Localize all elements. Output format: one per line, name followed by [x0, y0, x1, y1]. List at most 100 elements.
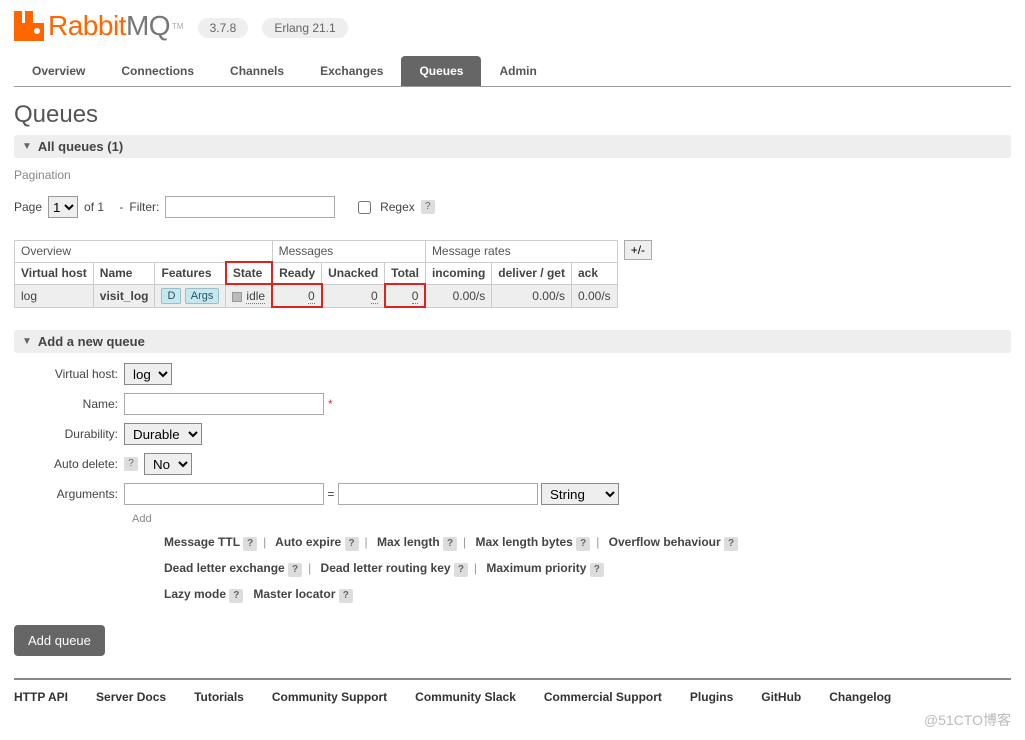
durability-select[interactable]: Durable — [124, 423, 202, 445]
autodelete-select[interactable]: No — [144, 453, 192, 475]
autodelete-help-icon[interactable]: ? — [124, 457, 138, 471]
link-commercial-support[interactable]: Commercial Support — [544, 690, 662, 704]
tab-channels[interactable]: Channels — [212, 56, 302, 86]
add-queue-form: Virtual host: log Name: * Durability: Du… — [14, 363, 1011, 607]
chevron-down-icon: ▼ — [22, 141, 32, 152]
help-icon[interactable]: ? — [724, 537, 738, 551]
table-row: log visit_log D Args idle 0 0 0 0.00/s 0… — [15, 284, 618, 307]
tab-admin[interactable]: Admin — [481, 56, 554, 86]
logo[interactable]: RabbitMQ TM — [14, 10, 184, 42]
cell-ready: 0 — [272, 284, 322, 307]
help-icon[interactable]: ? — [345, 537, 359, 551]
help-icon[interactable]: ? — [288, 563, 302, 577]
cell-state: idle — [226, 284, 272, 307]
link-community-support[interactable]: Community Support — [272, 690, 387, 704]
tab-connections[interactable]: Connections — [103, 56, 212, 86]
filter-dash: - — [119, 200, 123, 214]
col-name[interactable]: Name — [93, 262, 155, 284]
arg-hints-row3: Lazy mode ? Master locator ? — [164, 581, 1011, 607]
tab-overview[interactable]: Overview — [14, 56, 103, 86]
tab-exchanges[interactable]: Exchanges — [302, 56, 401, 86]
section-add-queue[interactable]: ▼ Add a new queue — [14, 330, 1011, 353]
version-badge: 3.7.8 — [198, 18, 249, 38]
help-icon[interactable]: ? — [590, 563, 604, 577]
filter-input[interactable] — [165, 196, 335, 218]
regex-checkbox[interactable] — [358, 201, 371, 214]
argument-value-input[interactable] — [338, 483, 538, 505]
logo-text: RabbitMQ — [48, 10, 170, 42]
cell-vhost: log — [15, 284, 94, 307]
col-ready[interactable]: Ready — [272, 262, 322, 284]
section-all-queues-label: All queues (1) — [38, 139, 123, 154]
pagination-row: Page 1 of 1 - Filter: Regex ? — [14, 196, 1011, 218]
page-select[interactable]: 1 — [48, 196, 78, 218]
hint-dlx[interactable]: Dead letter exchange — [164, 561, 285, 575]
argument-type-select[interactable]: String — [541, 483, 619, 505]
col-state[interactable]: State — [226, 262, 272, 284]
help-icon[interactable]: ? — [339, 589, 353, 603]
filter-label: Filter: — [129, 200, 159, 214]
hint-max-length-bytes[interactable]: Max length bytes — [475, 535, 572, 549]
page-title: Queues — [14, 101, 1011, 129]
columns-toggle-button[interactable]: +/- — [624, 240, 652, 260]
hint-max-length[interactable]: Max length — [377, 535, 440, 549]
pagination-label: Pagination — [14, 168, 1011, 182]
cell-incoming: 0.00/s — [425, 284, 491, 307]
feature-durable-badge[interactable]: D — [161, 288, 181, 304]
link-plugins[interactable]: Plugins — [690, 690, 733, 704]
link-github[interactable]: GitHub — [761, 690, 801, 704]
link-server-docs[interactable]: Server Docs — [96, 690, 166, 704]
label-durability: Durability: — [14, 427, 124, 441]
label-autodelete: Auto delete: — [14, 457, 124, 471]
section-add-queue-label: Add a new queue — [38, 334, 145, 349]
link-http-api[interactable]: HTTP API — [14, 690, 68, 704]
vhost-select[interactable]: log — [124, 363, 172, 385]
help-icon[interactable]: ? — [576, 537, 590, 551]
hint-message-ttl[interactable]: Message TTL — [164, 535, 240, 549]
add-queue-button[interactable]: Add queue — [14, 625, 105, 656]
feature-args-badge[interactable]: Args — [185, 288, 220, 304]
link-changelog[interactable]: Changelog — [829, 690, 891, 704]
label-arguments: Arguments: — [14, 487, 124, 501]
argument-key-input[interactable] — [124, 483, 324, 505]
add-argument-link[interactable]: Add — [132, 513, 1011, 525]
name-input[interactable] — [124, 393, 324, 415]
watermark: @51CTO博客 — [14, 710, 1011, 730]
arg-eq: = — [327, 487, 334, 501]
hint-max-priority[interactable]: Maximum priority — [486, 561, 586, 575]
col-vhost[interactable]: Virtual host — [15, 262, 94, 284]
hint-lazy-mode[interactable]: Lazy mode — [164, 587, 226, 601]
hint-dlrk[interactable]: Dead letter routing key — [321, 561, 451, 575]
help-icon[interactable]: ? — [243, 537, 257, 551]
cell-total: 0 — [385, 284, 426, 307]
help-icon[interactable]: ? — [454, 563, 468, 577]
footer: HTTP API Server Docs Tutorials Community… — [14, 678, 1011, 730]
col-total[interactable]: Total — [385, 262, 426, 284]
cell-name[interactable]: visit_log — [93, 284, 155, 307]
col-group-overview: Overview — [15, 241, 273, 263]
col-deliver[interactable]: deliver / get — [492, 262, 572, 284]
hint-auto-expire[interactable]: Auto expire — [275, 535, 341, 549]
regex-help-icon[interactable]: ? — [421, 200, 435, 214]
arg-hints-row1: Message TTL ?| Auto expire ?| Max length… — [164, 529, 1011, 555]
hint-overflow[interactable]: Overflow behaviour — [609, 535, 721, 549]
arg-hints-row2: Dead letter exchange ?| Dead letter rout… — [164, 555, 1011, 581]
col-ack[interactable]: ack — [571, 262, 617, 284]
cell-features: D Args — [155, 284, 226, 307]
help-icon[interactable]: ? — [443, 537, 457, 551]
col-unacked[interactable]: Unacked — [322, 262, 385, 284]
col-incoming[interactable]: incoming — [425, 262, 491, 284]
link-tutorials[interactable]: Tutorials — [194, 690, 244, 704]
state-idle-icon — [232, 292, 242, 302]
col-features[interactable]: Features — [155, 262, 226, 284]
chevron-down-icon: ▼ — [22, 336, 32, 347]
hint-master-locator[interactable]: Master locator — [253, 587, 335, 601]
col-group-rates: Message rates — [425, 241, 617, 263]
page-label: Page — [14, 200, 42, 214]
col-group-messages: Messages — [272, 241, 425, 263]
help-icon[interactable]: ? — [229, 589, 243, 603]
section-all-queues[interactable]: ▼ All queues (1) — [14, 135, 1011, 158]
label-name: Name: — [14, 397, 124, 411]
tab-queues[interactable]: Queues — [401, 56, 481, 86]
link-community-slack[interactable]: Community Slack — [415, 690, 516, 704]
